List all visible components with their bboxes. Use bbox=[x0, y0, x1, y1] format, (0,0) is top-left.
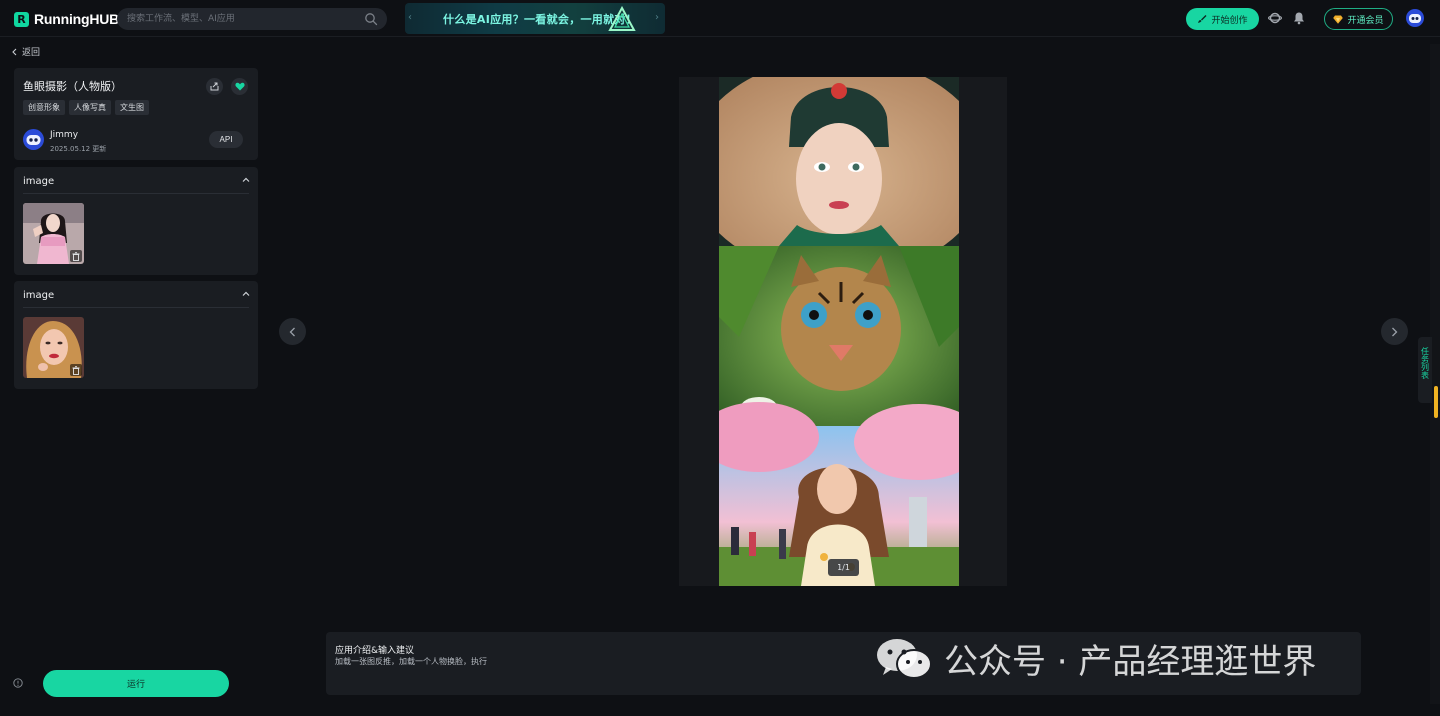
share-button[interactable] bbox=[206, 78, 223, 95]
uploaded-image-thumbnail[interactable] bbox=[23, 203, 84, 264]
heart-icon bbox=[234, 82, 245, 91]
tag-portrait[interactable]: 人像写真 bbox=[69, 100, 111, 115]
favorite-button[interactable] bbox=[231, 78, 248, 95]
author-name[interactable]: Jimmy bbox=[50, 130, 78, 140]
api-button[interactable]: API bbox=[209, 131, 243, 148]
top-header: R RunningHUB ‹ 什么是AI应用？一看就会，一用就对！ › 开始创作 bbox=[0, 0, 1440, 37]
user-avatar[interactable] bbox=[1406, 9, 1424, 27]
logo-mark: R bbox=[14, 11, 29, 27]
search-input[interactable] bbox=[117, 8, 387, 30]
search-icon[interactable] bbox=[364, 12, 378, 26]
page-indicator: 1/1 bbox=[828, 559, 859, 576]
image-input-card-1: image bbox=[14, 167, 258, 275]
app-title: 鱼眼摄影（人物版） bbox=[23, 80, 122, 93]
back-link[interactable]: 返回 bbox=[12, 45, 40, 58]
share-icon bbox=[210, 82, 219, 91]
intro-title: 应用介绍&输入建议 bbox=[335, 646, 415, 656]
task-list-tab[interactable]: 任务列表 bbox=[1418, 337, 1432, 403]
start-create-button[interactable]: 开始创作 bbox=[1186, 8, 1259, 30]
divider bbox=[23, 307, 249, 308]
tag-text2img[interactable]: 文生图 bbox=[115, 100, 149, 115]
trash-icon bbox=[72, 365, 80, 375]
next-image-button[interactable] bbox=[1381, 318, 1408, 345]
result-image[interactable] bbox=[719, 77, 959, 586]
result-image-viewer[interactable] bbox=[679, 77, 1007, 586]
chevron-right-icon bbox=[1392, 327, 1398, 336]
diamond-icon bbox=[1333, 15, 1344, 24]
community-icon[interactable] bbox=[1268, 11, 1282, 25]
back-label: 返回 bbox=[22, 48, 41, 58]
delete-image-button[interactable] bbox=[70, 250, 82, 262]
wechat-icon bbox=[877, 638, 932, 679]
author-avatar[interactable] bbox=[23, 129, 44, 150]
watermark: 公众号 · 产品经理逛世界 bbox=[876, 634, 1316, 683]
banner-next-icon[interactable]: › bbox=[655, 12, 659, 23]
image-input-label: image bbox=[23, 176, 55, 187]
prev-image-button[interactable] bbox=[279, 318, 306, 345]
fisheye-collage-image bbox=[719, 77, 959, 586]
logo[interactable]: R RunningHUB bbox=[14, 10, 119, 28]
brush-icon bbox=[1198, 15, 1207, 23]
trash-icon bbox=[72, 251, 80, 261]
info-icon[interactable] bbox=[13, 678, 23, 688]
run-button[interactable]: 运行 bbox=[43, 670, 229, 697]
app-info-card: 鱼眼摄影（人物版） 创意形象 人像写真 文生图 Jimmy 2025.05.12… bbox=[14, 68, 258, 160]
chevron-up-icon[interactable] bbox=[241, 289, 251, 299]
task-list-label: 任务列表 bbox=[1420, 347, 1430, 379]
logo-text: RunningHUB bbox=[34, 11, 120, 27]
tag-creative[interactable]: 创意形象 bbox=[23, 100, 65, 115]
update-date: 2025.05.12 更新 bbox=[50, 145, 107, 153]
chevron-left-icon bbox=[289, 327, 295, 336]
chevron-left-icon bbox=[12, 48, 17, 55]
divider bbox=[23, 193, 249, 194]
bell-icon[interactable] bbox=[1292, 11, 1306, 25]
promo-banner[interactable]: ‹ 什么是AI应用？一看就会，一用就对！ › bbox=[405, 3, 665, 34]
watermark-text: 公众号 · 产品经理逛世界 bbox=[944, 642, 1317, 682]
uploaded-image-thumbnail[interactable] bbox=[23, 317, 84, 378]
vip-label: 开通会员 bbox=[1347, 14, 1384, 25]
triangle-icon bbox=[608, 6, 636, 31]
robot-face-icon bbox=[26, 135, 41, 145]
chevron-up-icon[interactable] bbox=[241, 175, 251, 185]
scrollbar-thumb[interactable] bbox=[1434, 386, 1438, 418]
robot-face-icon bbox=[1409, 14, 1421, 23]
vip-button[interactable]: 开通会员 bbox=[1324, 8, 1393, 30]
image-input-label: image bbox=[23, 290, 55, 301]
intro-text: 加载一张图反推，加载一个人物换脸，执行 bbox=[335, 657, 487, 666]
banner-prev-icon[interactable]: ‹ bbox=[408, 12, 412, 23]
start-create-label: 开始创作 bbox=[1211, 14, 1248, 25]
delete-image-button[interactable] bbox=[70, 364, 82, 376]
image-input-card-2: image bbox=[14, 281, 258, 389]
